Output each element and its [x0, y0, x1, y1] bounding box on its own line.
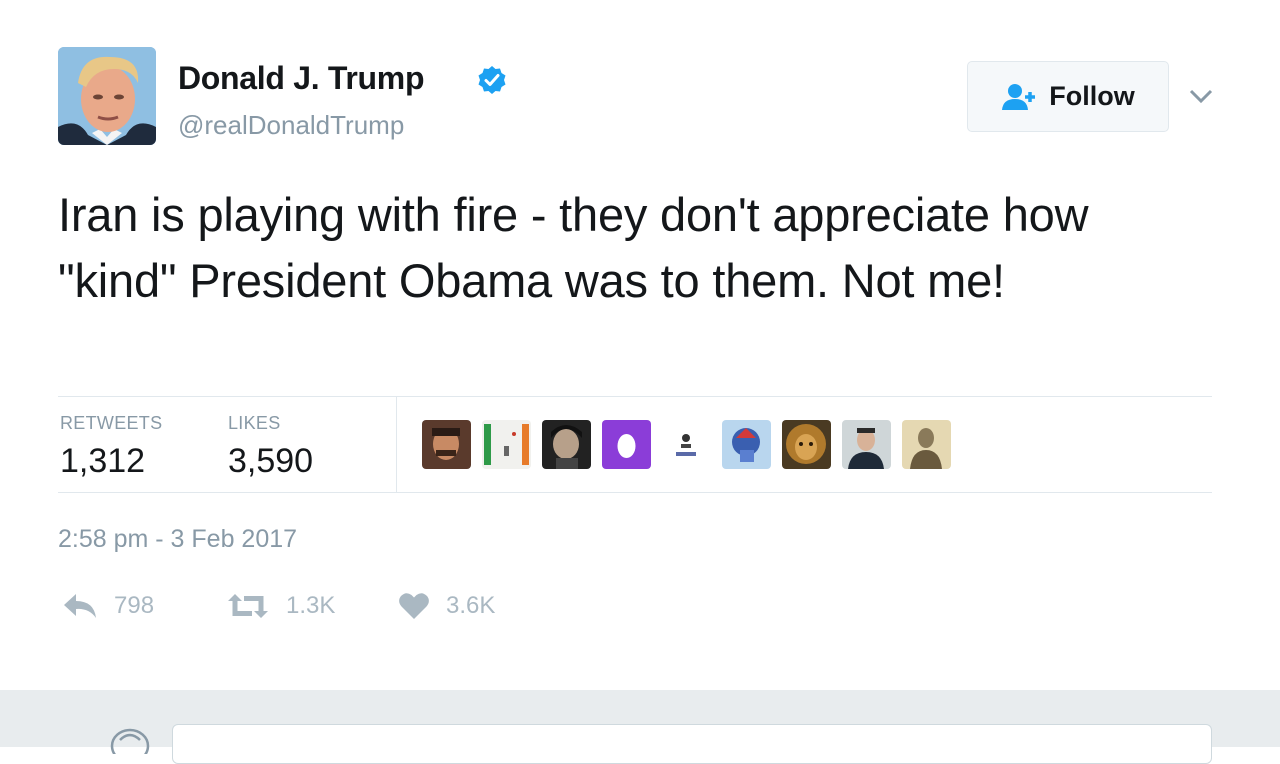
- user-handle[interactable]: @realDonaldTrump: [178, 110, 404, 141]
- retweet-icon: [228, 594, 268, 618]
- liker-avatar[interactable]: [782, 420, 831, 469]
- reply-icon: [64, 594, 96, 618]
- heart-icon: [399, 593, 429, 619]
- liker-avatar[interactable]: [722, 420, 771, 469]
- likes-label: LIKES: [228, 413, 281, 433]
- chevron-down-icon[interactable]: [1188, 86, 1214, 106]
- follow-label: Follow: [1049, 81, 1135, 111]
- user-name[interactable]: Donald J. Trump: [178, 60, 425, 97]
- likes-stat[interactable]: LIKES 3,590: [228, 413, 313, 481]
- liker-avatar[interactable]: [902, 420, 951, 469]
- retweets-stat[interactable]: RETWEETS 1,312: [60, 413, 162, 481]
- verified-badge-icon: [478, 66, 506, 94]
- liker-avatars: [422, 420, 951, 469]
- reply-count: 798: [114, 592, 155, 619]
- stats-divider: [396, 397, 397, 492]
- retweets-count: 1,312: [60, 442, 146, 480]
- tweet-text: Iran is playing with fire - they don't a…: [58, 188, 1089, 307]
- liker-avatar[interactable]: [842, 420, 891, 469]
- reply-composer: [0, 690, 1280, 764]
- tweet-stats: RETWEETS 1,312 LIKES 3,590: [58, 396, 1212, 493]
- likes-count: 3,590: [228, 442, 314, 480]
- like-count: 3.6K: [446, 592, 496, 619]
- reply-input[interactable]: [172, 724, 1212, 764]
- liker-avatar[interactable]: [542, 420, 591, 469]
- default-egg-avatar[interactable]: [602, 420, 651, 469]
- retweet-count: 1.3K: [286, 592, 336, 619]
- reply-button[interactable]: 798: [62, 592, 154, 620]
- tweet-timestamp[interactable]: 2:58 pm - 3 Feb 2017: [58, 525, 297, 554]
- user-avatar[interactable]: [58, 47, 156, 145]
- person-plus-icon: [1002, 83, 1036, 110]
- viewer-avatar-icon: [110, 728, 150, 754]
- follow-button[interactable]: Follow: [967, 61, 1169, 132]
- like-button[interactable]: 3.6K: [398, 592, 495, 620]
- liker-avatar[interactable]: [422, 420, 471, 469]
- retweet-button[interactable]: 1.3K: [226, 592, 335, 620]
- avatar-image: [58, 47, 156, 145]
- retweets-label: RETWEETS: [60, 413, 163, 433]
- liker-avatar[interactable]: [662, 420, 711, 469]
- liker-avatar[interactable]: [482, 420, 531, 469]
